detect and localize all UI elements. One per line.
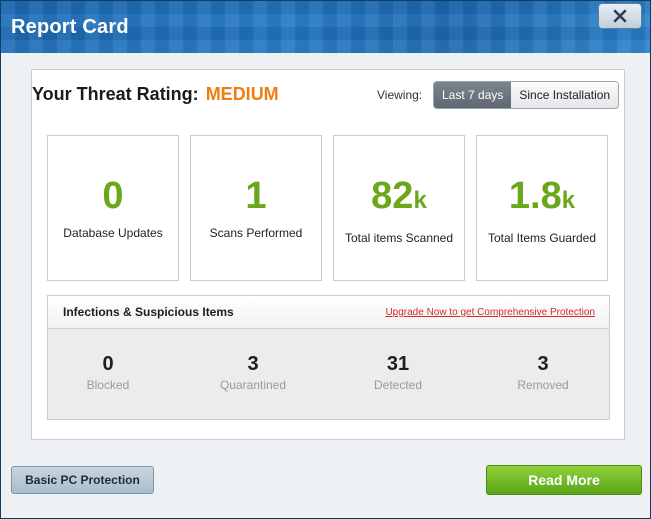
stat-label: Total items Scanned: [344, 231, 454, 245]
threat-rating-label: Your Threat Rating:: [32, 84, 199, 104]
report-panel: Your Threat Rating: MEDIUM Viewing: Last…: [31, 69, 625, 440]
toggle-last-7-days[interactable]: Last 7 days: [434, 82, 512, 108]
infection-stat-quarantined: 3 Quarantined: [198, 352, 308, 392]
close-button[interactable]: [598, 3, 642, 29]
stat-value: 82: [371, 175, 414, 217]
stat-label: Scans Performed: [209, 226, 303, 240]
infection-label: Quarantined: [219, 378, 287, 392]
threat-rating-value: MEDIUM: [205, 84, 279, 104]
basic-pc-protection-button[interactable]: Basic PC Protection: [11, 466, 154, 494]
stat-unit: k: [561, 187, 576, 214]
infection-value: 31: [386, 353, 410, 375]
title-bar: Report Card: [1, 1, 650, 53]
report-card-window: Report Card Your Threat Rating: MEDIUM V…: [0, 0, 651, 519]
infection-stat-blocked: 0 Blocked: [53, 352, 163, 392]
upgrade-link[interactable]: Upgrade Now to get Comprehensive Protect…: [385, 307, 595, 318]
stat-card-database-updates: 0 Database Updates: [47, 135, 179, 281]
infection-value: 3: [537, 353, 549, 375]
infection-label: Detected: [373, 378, 423, 392]
infections-title: Infections & Suspicious Items: [63, 305, 234, 319]
read-more-button[interactable]: Read More: [486, 465, 642, 495]
infection-stat-detected: 31 Detected: [343, 352, 453, 392]
infection-label: Blocked: [86, 378, 130, 392]
stat-label: Database Updates: [63, 226, 163, 240]
stat-label: Total Items Guarded: [487, 231, 597, 245]
stat-value: 1.8: [508, 175, 562, 217]
infection-stat-removed: 3 Removed: [488, 352, 598, 392]
close-icon: [613, 9, 627, 23]
window-title: Report Card: [11, 16, 129, 38]
stat-value: 0: [102, 175, 124, 217]
stat-value: 1: [245, 175, 267, 217]
infection-value: 3: [247, 353, 259, 375]
stat-card-items-guarded: 1.8k Total Items Guarded: [476, 135, 608, 281]
viewing-label: Viewing:: [377, 88, 423, 102]
content-area: Your Threat Rating: MEDIUM Viewing: Last…: [1, 53, 650, 518]
infections-header: Infections & Suspicious Items Upgrade No…: [48, 296, 609, 329]
stat-unit: k: [413, 187, 427, 214]
viewing-toggle: Last 7 days Since Installation: [433, 81, 620, 109]
threat-rating: Your Threat Rating: MEDIUM: [32, 84, 279, 105]
stat-card-items-scanned: 82k Total items Scanned: [333, 135, 465, 281]
toggle-since-installation[interactable]: Since Installation: [511, 82, 619, 108]
infections-section: Infections & Suspicious Items Upgrade No…: [47, 295, 610, 420]
infection-value: 0: [102, 353, 114, 375]
infection-label: Removed: [517, 378, 569, 392]
stat-card-scans-performed: 1 Scans Performed: [190, 135, 322, 281]
